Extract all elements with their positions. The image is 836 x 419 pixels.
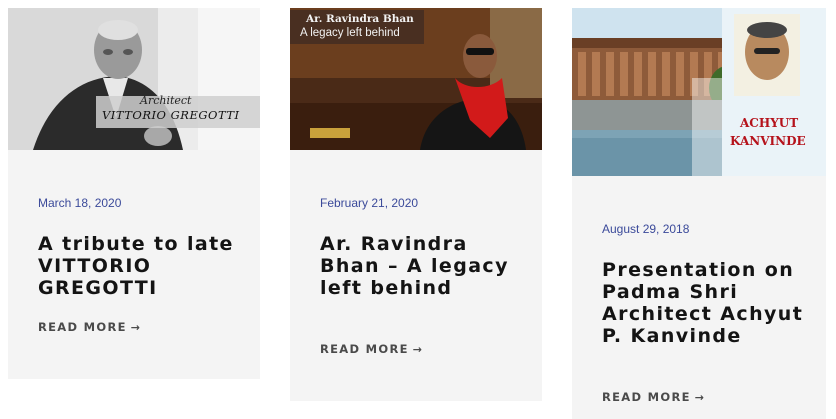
read-more-link[interactable]: READ MORE → [320,342,422,356]
post-date: February 21, 2020 [320,196,419,210]
post-card-3[interactable]: ACHYUT KANVINDE August 29, 2018 Presenta… [572,8,826,419]
read-more-link[interactable]: READ MORE → [602,390,704,404]
post-title[interactable]: A tribute to late VITTORIO GREGOTTI [38,233,246,299]
post-card-1[interactable]: Architect VITTORIO GREGOTTI March 18, 20… [8,8,260,379]
post-date: March 18, 2020 [38,196,122,210]
arrow-right-icon: → [130,320,141,334]
image-caption-small: Ar. Ravindra Bhan [306,13,414,25]
read-more-link[interactable]: READ MORE → [38,320,140,334]
read-more-label: READ MORE [602,390,691,404]
post-title[interactable]: Ar. Ravindra Bhan – A legacy left behind [320,233,528,299]
image-caption-large: VITTORIO GREGOTTI [102,108,240,122]
image-caption-small: ACHYUT [740,116,799,130]
image-caption-large: KANVINDE [730,134,806,148]
post-image-2[interactable]: Ar. Ravindra Bhan A legacy left behind [290,8,542,150]
post-title[interactable]: Presentation on Padma Shri Architect Ach… [602,259,812,347]
post-card-2[interactable]: Ar. Ravindra Bhan A legacy left behind F… [290,8,542,401]
read-more-label: READ MORE [320,342,409,356]
arrow-right-icon: → [412,342,423,356]
image-caption-large: A legacy left behind [300,27,400,39]
image-caption-small: Architect [140,94,192,107]
post-image-3[interactable]: ACHYUT KANVINDE [572,8,826,176]
arrow-right-icon: → [694,390,705,404]
post-image-1[interactable]: Architect VITTORIO GREGOTTI [8,8,260,150]
read-more-label: READ MORE [38,320,127,334]
post-date: August 29, 2018 [602,222,690,236]
